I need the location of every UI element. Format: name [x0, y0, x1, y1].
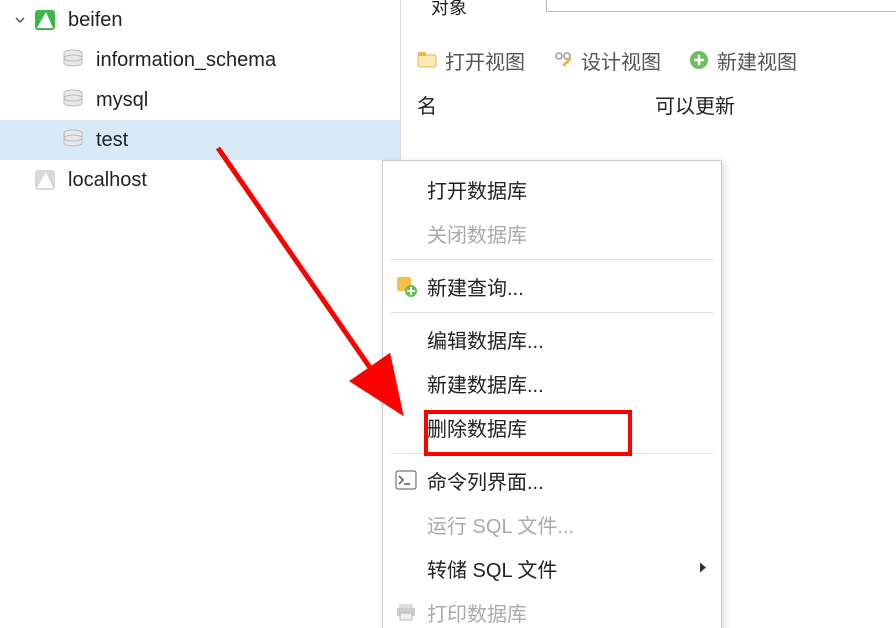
new-query-icon	[393, 273, 419, 299]
cm-label: 删除数据库	[427, 413, 527, 442]
cm-label: 命令列界面...	[427, 466, 544, 495]
menu-separator	[391, 453, 713, 454]
menu-separator	[391, 312, 713, 313]
tab-object[interactable]: 对象	[431, 0, 467, 14]
cm-label: 编辑数据库...	[427, 325, 544, 354]
cm-new-query[interactable]: 新建查询...	[383, 264, 721, 308]
design-view-button[interactable]: 设计视图	[551, 46, 661, 75]
cm-command-line[interactable]: 命令列界面...	[383, 458, 721, 502]
cm-label: 关闭数据库	[427, 219, 527, 248]
chevron-down-icon[interactable]	[14, 14, 26, 26]
cm-label: 转储 SQL 文件	[427, 554, 557, 583]
toolbar-label: 打开视图	[445, 46, 525, 75]
cm-new-database[interactable]: 新建数据库...	[383, 361, 721, 405]
col-header-name[interactable]: 名	[417, 90, 437, 119]
new-view-icon	[687, 48, 711, 72]
cm-open-database[interactable]: 打开数据库	[383, 167, 721, 211]
cm-run-sql-file: 运行 SQL 文件...	[383, 502, 721, 546]
terminal-icon	[393, 467, 419, 493]
menu-separator	[391, 259, 713, 260]
new-view-button[interactable]: 新建视图	[687, 46, 797, 75]
toolbar-label: 新建视图	[717, 46, 797, 75]
filter-input[interactable]	[546, 0, 896, 12]
tree-connection-label: localhost	[68, 169, 147, 192]
tree-db-label: test	[96, 129, 128, 152]
open-view-button[interactable]: 打开视图	[415, 46, 525, 75]
cm-label: 新建查询...	[427, 272, 524, 301]
cm-label: 新建数据库...	[427, 369, 544, 398]
chevron-right-icon	[699, 557, 707, 580]
connection-inactive-icon	[32, 167, 58, 193]
tree-db-mysql[interactable]: mysql	[0, 80, 400, 120]
view-toolbar: 打开视图 设计视图 新建视图	[415, 40, 896, 80]
col-header-updatable[interactable]: 可以更新	[655, 90, 735, 119]
tree-db-information-schema[interactable]: information_schema	[0, 40, 400, 80]
tree-db-test[interactable]: test	[0, 120, 400, 160]
cm-close-database: 关闭数据库	[383, 211, 721, 255]
database-icon	[60, 47, 86, 73]
cm-dump-sql-file[interactable]: 转储 SQL 文件	[383, 546, 721, 590]
toolbar-label: 设计视图	[581, 46, 661, 75]
tree-connection-beifen[interactable]: beifen	[0, 0, 400, 40]
database-icon	[60, 87, 86, 113]
printer-icon	[393, 599, 419, 625]
cm-label: 运行 SQL 文件...	[427, 510, 574, 539]
design-view-icon	[551, 48, 575, 72]
tree-db-label: information_schema	[96, 49, 276, 72]
open-view-icon	[415, 48, 439, 72]
cm-print-database: 打印数据库	[383, 590, 721, 628]
database-icon	[60, 127, 86, 153]
cm-edit-database[interactable]: 编辑数据库...	[383, 317, 721, 361]
cm-label: 打开数据库	[427, 175, 527, 204]
tree-connection-localhost[interactable]: localhost	[0, 160, 400, 200]
cm-label: 打印数据库	[427, 598, 527, 627]
database-context-menu: 打开数据库 关闭数据库 新建查询... 编辑数据库... 新建数据库... 删除…	[382, 160, 722, 628]
cm-delete-database[interactable]: 删除数据库	[383, 405, 721, 449]
connection-tree: beifen information_schema mysql test loc	[0, 0, 400, 628]
tree-connection-label: beifen	[68, 9, 123, 32]
tree-db-label: mysql	[96, 89, 148, 112]
list-header: 名 可以更新	[411, 90, 896, 120]
connection-icon	[32, 7, 58, 33]
